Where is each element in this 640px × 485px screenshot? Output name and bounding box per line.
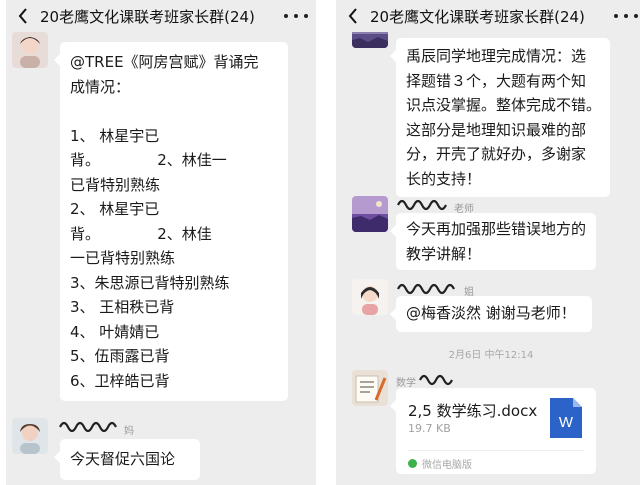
file-name: 2,5 数学练习.docx xyxy=(408,402,538,420)
name-scribble xyxy=(397,199,447,211)
chat-header: 20老鹰文化课联考班家长群(24) xyxy=(6,0,316,32)
message-line: 6、卫梓皓已背 xyxy=(70,371,170,390)
sender-name: 数学 xyxy=(396,378,416,389)
message-line: 识点没掌握。整体完成不错。 xyxy=(406,96,602,114)
name-scribble xyxy=(419,374,453,386)
message-line: 背。 2、林佳一 xyxy=(70,151,227,169)
message-text: @梅香淡然 谢谢马老师！ xyxy=(406,304,576,322)
message-line: 1、 林星宇已 xyxy=(70,126,160,145)
message-line: 背。 2、林佳 xyxy=(70,224,212,243)
message-line: @TREE《阿房宫赋》背诵完 xyxy=(70,53,259,71)
chat-title: 20老鹰文化课联考班家长群(24) xyxy=(370,7,585,26)
message-line: 长的支持！ xyxy=(406,169,482,188)
message-line: 今天再加强那些错误地方的 xyxy=(406,220,587,238)
more-icon[interactable] xyxy=(614,8,638,24)
back-arrow-icon[interactable] xyxy=(12,0,34,32)
chat-header: 20老鹰文化课联考班家长群(24) xyxy=(336,0,640,32)
file-size: 19.7 KB xyxy=(408,422,451,435)
message-line: 已背特别熟练 xyxy=(70,175,161,194)
message-line: 成情况： xyxy=(70,77,131,96)
chat-title: 20老鹰文化课联考班家长群(24) xyxy=(40,7,255,26)
message-line: 分，开壳了就好办，多谢家 xyxy=(406,145,587,163)
word-file-icon: W xyxy=(550,398,582,438)
message-text: 今天督促六国论 xyxy=(70,450,176,468)
message-line: 一已背特别熟练 xyxy=(70,249,176,267)
avatar[interactable] xyxy=(352,370,388,406)
message-line xyxy=(70,99,278,124)
file-source: 微信电脑版 xyxy=(408,456,472,471)
name-scribble xyxy=(59,421,117,433)
wechat-pc-icon xyxy=(408,459,417,468)
file-message-card[interactable]: 2,5 数学练习.docx 19.7 KB W 微信电脑版 xyxy=(390,388,596,474)
message-bubble[interactable]: 今天督促六国论 xyxy=(54,439,200,480)
message-line: 4、 叶婧婧已 xyxy=(70,322,160,341)
message-line: 5、伍雨露已背 xyxy=(70,347,170,365)
chat-panel-right: 20老鹰文化课联考班家长群(24) 禹辰同学地理完成情况：选 择题错３个，大题有… xyxy=(336,0,640,485)
avatar[interactable] xyxy=(352,279,388,315)
word-icon-letter: W xyxy=(559,414,574,431)
message-line: 择题错３个，大题有两个知 xyxy=(406,71,587,90)
timestamp: 2月6日 中午12:14 xyxy=(448,350,534,361)
file-source-label: 微信电脑版 xyxy=(422,460,472,471)
message-line: 禹辰同学地理完成情况：选 xyxy=(406,47,587,65)
message-line: 教学讲解！ xyxy=(406,244,482,263)
chat-panel-left: 20老鹰文化课联考班家长群(24) @TREE《阿房宫赋》背诵完 成情况： 1、… xyxy=(6,0,316,485)
more-icon[interactable] xyxy=(284,8,308,24)
avatar[interactable] xyxy=(12,418,48,454)
message-bubble[interactable]: 今天再加强那些错误地方的 教学讲解！ xyxy=(390,213,596,270)
sender-name: 妈 xyxy=(124,426,134,437)
message-bubble[interactable]: @TREE《阿房宫赋》背诵完 成情况： 1、 林星宇已 背。 2、林佳一 已背特… xyxy=(54,42,288,401)
message-line: 这部分是地理知识最难的部 xyxy=(406,120,587,139)
file-divider xyxy=(408,450,584,451)
message-bubble[interactable]: 禹辰同学地理完成情况：选 择题错３个，大题有两个知 识点没掌握。整体完成不错。 … xyxy=(390,38,610,197)
message-line: 3、朱思源已背特别熟练 xyxy=(70,273,230,292)
message-line: 2、 林星宇已 xyxy=(70,200,160,218)
message-line: 3、 王相秩已背 xyxy=(70,298,175,316)
message-bubble[interactable]: @梅香淡然 谢谢马老师！ xyxy=(390,296,592,332)
avatar[interactable] xyxy=(12,32,48,68)
avatar[interactable] xyxy=(352,196,388,232)
back-arrow-icon[interactable] xyxy=(342,0,364,32)
